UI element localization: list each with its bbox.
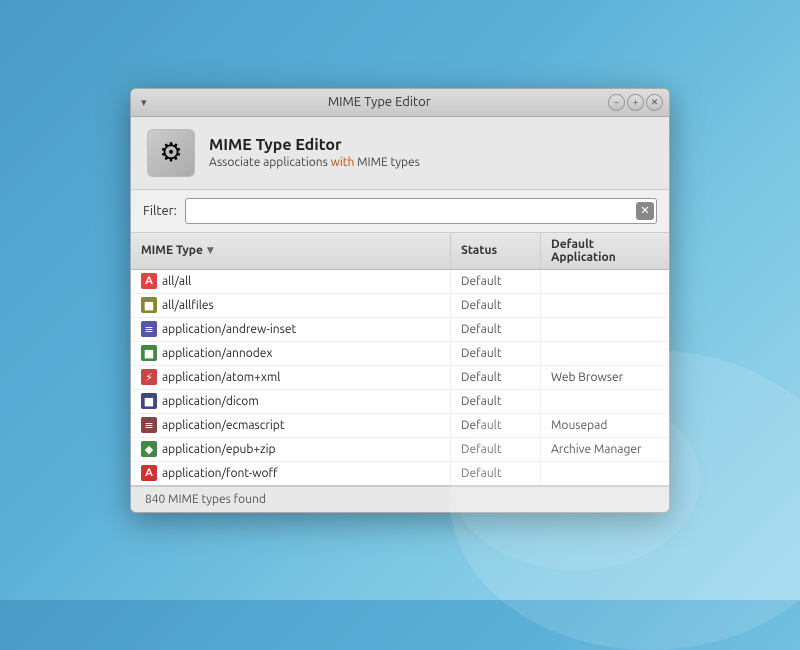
subtitle-after: MIME types bbox=[354, 156, 420, 169]
td-mime-3: ■ application/annodex bbox=[131, 342, 451, 365]
mime-type-2: application/andrew-inset bbox=[162, 323, 296, 336]
td-status-2: Default bbox=[451, 318, 541, 341]
mime-count-text: 840 MIME types found bbox=[145, 493, 266, 506]
filter-label: Filter: bbox=[143, 204, 177, 218]
td-app-7: Archive Manager bbox=[541, 438, 669, 461]
mime-type-6: application/ecmascript bbox=[162, 419, 285, 432]
app-title: MIME Type Editor bbox=[209, 136, 420, 154]
mime-type-8: application/font-woff bbox=[162, 467, 278, 480]
td-mime-0: A all/all bbox=[131, 270, 451, 293]
td-app-2 bbox=[541, 318, 669, 341]
td-status-5: Default bbox=[451, 390, 541, 413]
app-subtitle: Associate applications with MIME types bbox=[209, 156, 420, 169]
app-title-block: MIME Type Editor Associate applications … bbox=[209, 136, 420, 169]
table-row[interactable]: A all/all Default bbox=[131, 270, 669, 294]
td-mime-1: ■ all/allfiles bbox=[131, 294, 451, 317]
td-mime-6: ≡ application/ecmascript bbox=[131, 414, 451, 437]
mime-icon-1: ■ bbox=[141, 297, 157, 313]
filter-clear-button[interactable]: ✕ bbox=[636, 202, 654, 220]
table-body[interactable]: A all/all Default ■ all/allfiles Default… bbox=[131, 270, 669, 485]
mime-type-0: all/all bbox=[162, 275, 191, 288]
subtitle-before: Associate applications bbox=[209, 156, 331, 169]
maximize-button[interactable]: + bbox=[627, 94, 644, 111]
td-mime-5: ■ application/dicom bbox=[131, 390, 451, 413]
statusbar: 840 MIME types found bbox=[131, 486, 669, 512]
td-mime-4: ⚡ application/atom+xml bbox=[131, 366, 451, 389]
column-header-status[interactable]: Status bbox=[451, 233, 541, 269]
td-app-6: Mousepad bbox=[541, 414, 669, 437]
window-menu-button[interactable]: ▾ bbox=[137, 94, 151, 111]
table-row[interactable]: ■ application/dicom Default bbox=[131, 390, 669, 414]
mime-type-3: application/annodex bbox=[162, 347, 272, 360]
mime-type-4: application/atom+xml bbox=[162, 371, 280, 384]
mime-type-5: application/dicom bbox=[162, 395, 259, 408]
titlebar-center: MIME Type Editor bbox=[151, 95, 608, 109]
table-row[interactable]: ⚡ application/atom+xml Default Web Brows… bbox=[131, 366, 669, 390]
td-status-0: Default bbox=[451, 270, 541, 293]
mime-icon-6: ≡ bbox=[141, 417, 157, 433]
table-row[interactable]: ◆ application/epub+zip Default Archive M… bbox=[131, 438, 669, 462]
td-app-1 bbox=[541, 294, 669, 317]
mime-icon-8: A bbox=[141, 465, 157, 481]
app-icon: ⚙ bbox=[147, 129, 195, 177]
table-row[interactable]: ≡ application/andrew-inset Default bbox=[131, 318, 669, 342]
titlebar-left: ▾ bbox=[137, 94, 151, 111]
td-status-3: Default bbox=[451, 342, 541, 365]
filter-input[interactable] bbox=[185, 198, 657, 224]
window-title: MIME Type Editor bbox=[328, 95, 431, 109]
td-status-8: Default bbox=[451, 462, 541, 485]
mime-table: MIME Type ▼ Status Default Application A… bbox=[131, 233, 669, 486]
filter-row: Filter: ✕ bbox=[131, 190, 669, 233]
titlebar-controls: − + ✕ bbox=[608, 94, 663, 111]
td-status-4: Default bbox=[451, 366, 541, 389]
mime-type-1: all/allfiles bbox=[162, 299, 214, 312]
titlebar: ▾ MIME Type Editor − + ✕ bbox=[131, 89, 669, 117]
column-status-label: Status bbox=[461, 244, 497, 257]
filter-input-wrap: ✕ bbox=[185, 198, 657, 224]
column-mime-label: MIME Type bbox=[141, 244, 203, 257]
table-header: MIME Type ▼ Status Default Application bbox=[131, 233, 669, 270]
mime-icon-3: ■ bbox=[141, 345, 157, 361]
close-button[interactable]: ✕ bbox=[646, 94, 663, 111]
mime-type-7: application/epub+zip bbox=[162, 443, 276, 456]
td-mime-8: A application/font-woff bbox=[131, 462, 451, 485]
mime-icon-7: ◆ bbox=[141, 441, 157, 457]
app-header: ⚙ MIME Type Editor Associate application… bbox=[131, 117, 669, 190]
column-header-app[interactable]: Default Application bbox=[541, 233, 669, 269]
mime-icon-4: ⚡ bbox=[141, 369, 157, 385]
td-app-8 bbox=[541, 462, 669, 485]
mime-icon-2: ≡ bbox=[141, 321, 157, 337]
td-status-7: Default bbox=[451, 438, 541, 461]
column-app-label: Default Application bbox=[551, 238, 659, 264]
column-header-mime[interactable]: MIME Type ▼ bbox=[131, 233, 451, 269]
main-window: ▾ MIME Type Editor − + ✕ ⚙ MIME Type Edi… bbox=[130, 88, 670, 513]
td-mime-7: ◆ application/epub+zip bbox=[131, 438, 451, 461]
td-status-6: Default bbox=[451, 414, 541, 437]
mime-icon-5: ■ bbox=[141, 393, 157, 409]
td-mime-2: ≡ application/andrew-inset bbox=[131, 318, 451, 341]
mime-icon-0: A bbox=[141, 273, 157, 289]
table-row[interactable]: ■ application/annodex Default bbox=[131, 342, 669, 366]
td-app-3 bbox=[541, 342, 669, 365]
td-app-0 bbox=[541, 270, 669, 293]
subtitle-with: with bbox=[331, 156, 355, 169]
table-row[interactable]: ■ all/allfiles Default bbox=[131, 294, 669, 318]
table-row[interactable]: ≡ application/ecmascript Default Mousepa… bbox=[131, 414, 669, 438]
table-row[interactable]: A application/font-woff Default bbox=[131, 462, 669, 485]
minimize-button[interactable]: − bbox=[608, 94, 625, 111]
td-app-4: Web Browser bbox=[541, 366, 669, 389]
sort-arrow-icon: ▼ bbox=[207, 245, 214, 256]
td-app-5 bbox=[541, 390, 669, 413]
td-status-1: Default bbox=[451, 294, 541, 317]
